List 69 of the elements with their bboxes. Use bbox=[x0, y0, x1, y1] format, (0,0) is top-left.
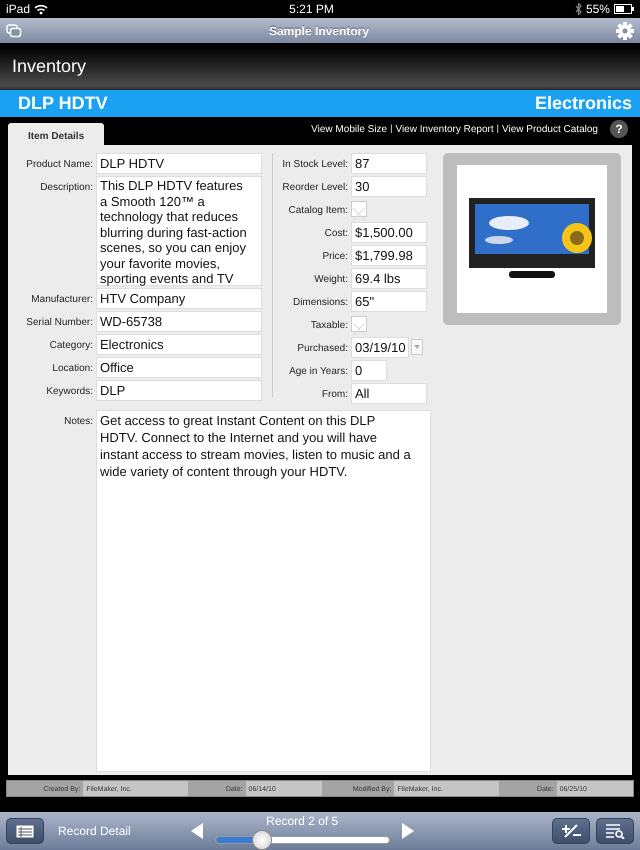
find-button[interactable] bbox=[596, 818, 634, 844]
field-label: From: bbox=[320, 388, 349, 402]
link[interactable]: View Inventory Report bbox=[395, 122, 494, 136]
field-label: Weight: bbox=[313, 273, 349, 287]
battery-icon bbox=[614, 4, 634, 14]
input-field[interactable]: 69.4 lbs bbox=[351, 268, 427, 289]
field-label: Manufacturer: bbox=[30, 293, 94, 307]
list-icon bbox=[16, 824, 34, 838]
input-field[interactable]: 87 bbox=[351, 153, 427, 174]
field-label: Keywords: bbox=[45, 385, 94, 399]
input-field[interactable]: 30 bbox=[351, 176, 427, 197]
field-label: Notes: bbox=[63, 415, 94, 429]
date-field[interactable]: 03/19/10 bbox=[351, 337, 409, 358]
product-name-text: DLP HDTV bbox=[18, 92, 108, 115]
help-button[interactable]: ? bbox=[610, 120, 628, 138]
field-label: Dimensions: bbox=[292, 296, 349, 310]
window-title: Sample Inventory bbox=[268, 22, 370, 40]
input-field[interactable]: DLP HDTV bbox=[96, 153, 262, 174]
clock-text: 5:21 PM bbox=[289, 1, 334, 18]
caret-icon bbox=[414, 345, 420, 349]
previous-icon[interactable] bbox=[190, 823, 203, 839]
input-field[interactable]: 65" bbox=[351, 291, 427, 312]
input-field[interactable]: Office bbox=[96, 357, 262, 378]
input-field[interactable]: All bbox=[351, 383, 427, 404]
field-label: Cost: bbox=[324, 227, 349, 241]
field-label: Reorder Level: bbox=[281, 181, 349, 195]
field-label: Catalog Item: bbox=[288, 204, 349, 218]
carrier-text: iPad bbox=[6, 1, 30, 18]
input-field[interactable]: 0 bbox=[351, 360, 387, 381]
text-area[interactable]: This DLP HDTV features a Smooth 120™ a technology that reduces blurring during fast-action scenes, so you can enjoy your favorite movies, sporting events and TV bbox=[96, 176, 262, 286]
plus-minus-icon bbox=[560, 823, 582, 839]
add-delete-button[interactable] bbox=[552, 818, 590, 844]
separator-text: | bbox=[390, 122, 392, 136]
windows-icon[interactable] bbox=[6, 24, 22, 38]
layout-title: Inventory bbox=[12, 55, 86, 78]
notes-field[interactable]: Get access to great Instant Content on this DLP HDTV. Connect to the Internet and you will have instant access to stream movies, listen to music and a wide variety of content through your HDTV. bbox=[96, 410, 431, 772]
input-field[interactable]: HTV Company bbox=[96, 288, 262, 309]
category-text: Electronics bbox=[534, 92, 632, 115]
input-field[interactable]: $1,799.98 bbox=[351, 245, 427, 266]
field-label: Price: bbox=[321, 250, 349, 264]
input-field[interactable]: DLP bbox=[96, 380, 262, 401]
field-label: Description: bbox=[39, 181, 94, 195]
tab[interactable]: Item Details bbox=[8, 123, 104, 148]
field-label: Taxable: bbox=[310, 319, 349, 333]
field-label: Location: bbox=[51, 362, 94, 376]
settings-icon[interactable] bbox=[616, 22, 634, 40]
bluetooth-icon bbox=[574, 3, 582, 15]
next-icon[interactable] bbox=[402, 823, 414, 839]
battery-text: 55% bbox=[586, 1, 610, 18]
layout-name-text: Record Detail bbox=[58, 823, 131, 840]
field-label: Category: bbox=[48, 339, 94, 353]
field-label: In Stock Level: bbox=[281, 158, 349, 172]
field-label: Serial Number: bbox=[25, 316, 94, 330]
record-slider[interactable] bbox=[214, 830, 390, 850]
slider-thumb[interactable] bbox=[252, 830, 272, 850]
layouts-button[interactable] bbox=[6, 818, 44, 844]
search-icon bbox=[605, 823, 625, 839]
input-field[interactable]: WD-65738 bbox=[96, 311, 262, 332]
input-field[interactable]: $1,500.00 bbox=[351, 222, 427, 243]
link[interactable]: View Product Catalog bbox=[502, 122, 598, 136]
dropdown-button[interactable] bbox=[411, 339, 423, 355]
wifi-icon bbox=[34, 4, 48, 14]
field-label: Age in Years: bbox=[288, 365, 349, 379]
separator-text: | bbox=[496, 122, 500, 136]
field-label: Product Name: bbox=[25, 158, 94, 172]
link[interactable]: View Mobile Size bbox=[311, 122, 388, 136]
input-field[interactable]: Electronics bbox=[96, 334, 262, 355]
field-label: Purchased: bbox=[296, 342, 349, 356]
record-count-text: Record 2 of 5 bbox=[266, 813, 338, 830]
